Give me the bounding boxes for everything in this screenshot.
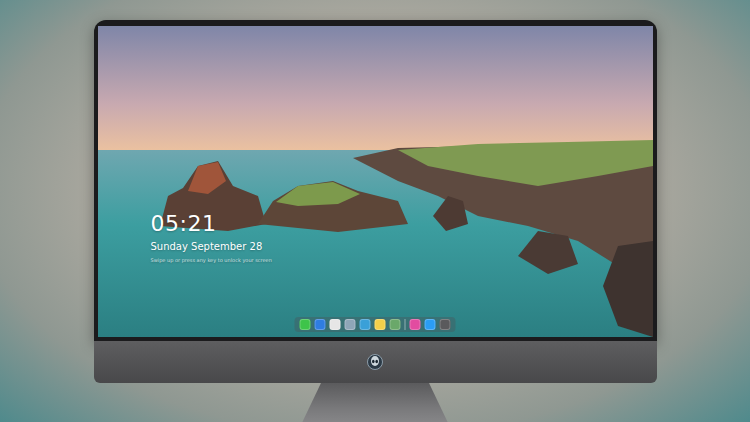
dock-app-icon[interactable] bbox=[390, 319, 401, 330]
dock-app-icon[interactable] bbox=[440, 319, 451, 330]
dock-app-icon[interactable] bbox=[300, 319, 311, 330]
lock-info: 05:21 Sunday September 28 Swipe up or pres… bbox=[98, 26, 653, 264]
dock-separator bbox=[405, 319, 406, 330]
monitor: 05:21 Sunday September 28 Swipe up or pres… bbox=[94, 20, 657, 422]
date: Sunday September 28 bbox=[151, 241, 653, 253]
monitor-chin bbox=[94, 341, 657, 383]
unlock-hint: Swipe up or press any key to unlock your… bbox=[151, 257, 653, 264]
monitor-bezel: 05:21 Sunday September 28 Swipe up or pres… bbox=[94, 20, 657, 341]
monitor-stand bbox=[300, 383, 450, 422]
screen[interactable]: 05:21 Sunday September 28 Swipe up or pres… bbox=[98, 26, 653, 337]
dock-app-icon[interactable] bbox=[345, 319, 356, 330]
wallpaper bbox=[98, 26, 653, 337]
dock-app-icon[interactable] bbox=[330, 319, 341, 330]
clock: 05:21 bbox=[151, 212, 653, 235]
dock-app-icon[interactable] bbox=[360, 319, 371, 330]
dock-app-icon[interactable] bbox=[375, 319, 386, 330]
desktop: 05:21 Sunday September 28 Swipe up or pres… bbox=[0, 0, 750, 422]
dock-app-icon[interactable] bbox=[410, 319, 421, 330]
dock-app-icon[interactable] bbox=[315, 319, 326, 330]
dock-app-icon[interactable] bbox=[425, 319, 436, 330]
dock bbox=[295, 317, 456, 332]
alien-logo-icon bbox=[367, 354, 383, 370]
